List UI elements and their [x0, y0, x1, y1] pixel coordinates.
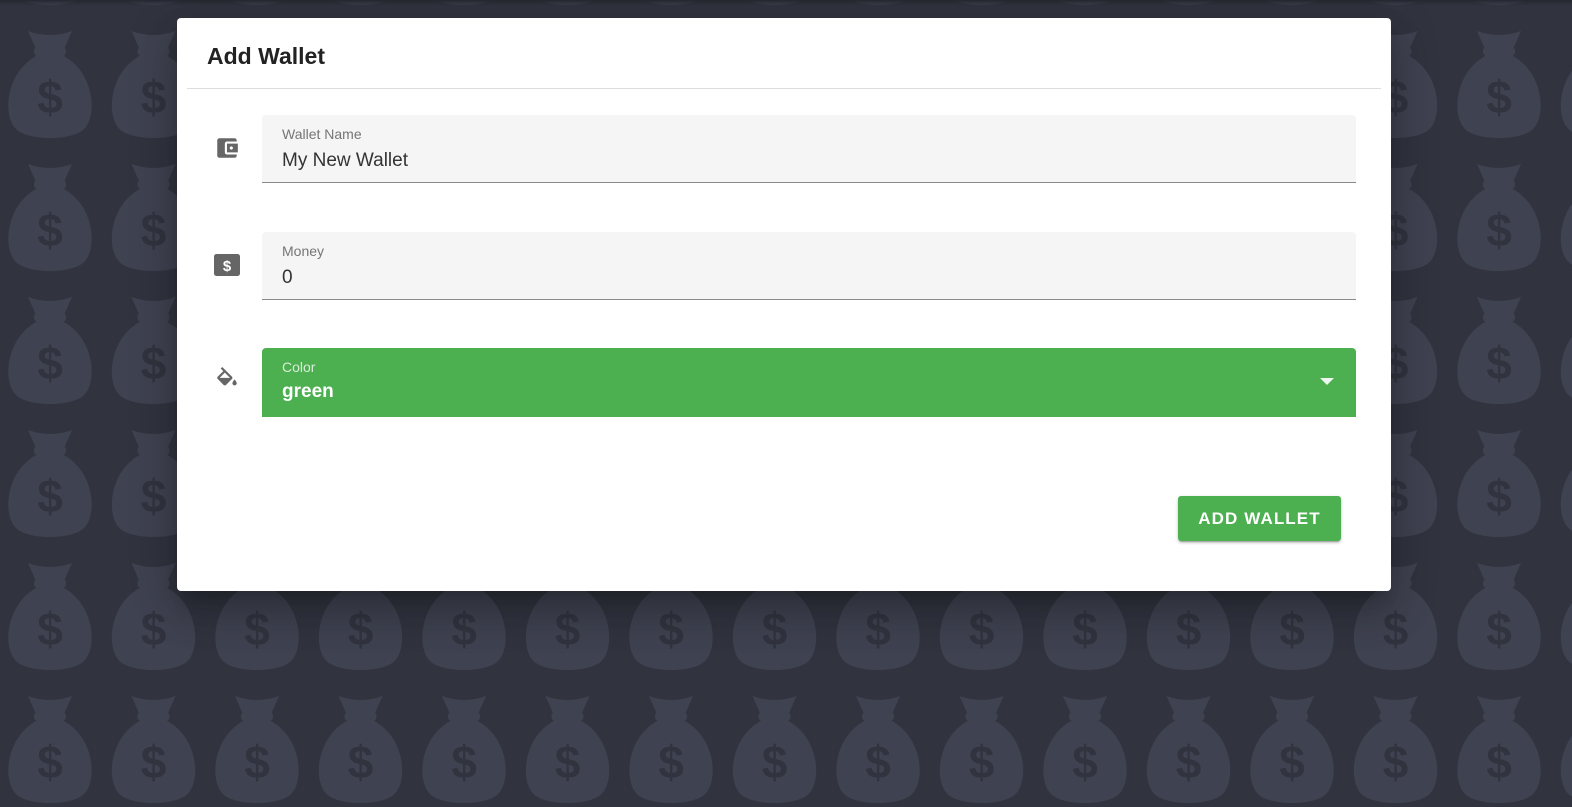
money-bill-icon: $: [213, 252, 241, 280]
color-label: Color: [282, 359, 316, 375]
add-wallet-dialog: Add Wallet Wallet Name $ Money Color gre…: [177, 18, 1391, 591]
wallet-name-input[interactable]: [282, 150, 1282, 172]
title-divider: [187, 88, 1381, 89]
wallet-name-label: Wallet Name: [282, 126, 362, 142]
color-selected-value: green: [282, 381, 334, 402]
chevron-down-icon[interactable]: [1320, 378, 1334, 385]
svg-text:$: $: [223, 258, 232, 275]
money-input[interactable]: [282, 267, 1282, 289]
paint-bucket-icon: [213, 366, 241, 394]
color-select[interactable]: Color green: [262, 348, 1356, 417]
wallet-name-field[interactable]: Wallet Name: [262, 115, 1356, 183]
money-label: Money: [282, 243, 325, 259]
dialog-title: Add Wallet: [207, 43, 325, 69]
top-shadow: [0, 0, 1572, 6]
add-wallet-button[interactable]: Add Wallet: [1178, 496, 1341, 541]
money-field[interactable]: Money: [262, 232, 1356, 300]
wallet-icon: [213, 134, 241, 162]
